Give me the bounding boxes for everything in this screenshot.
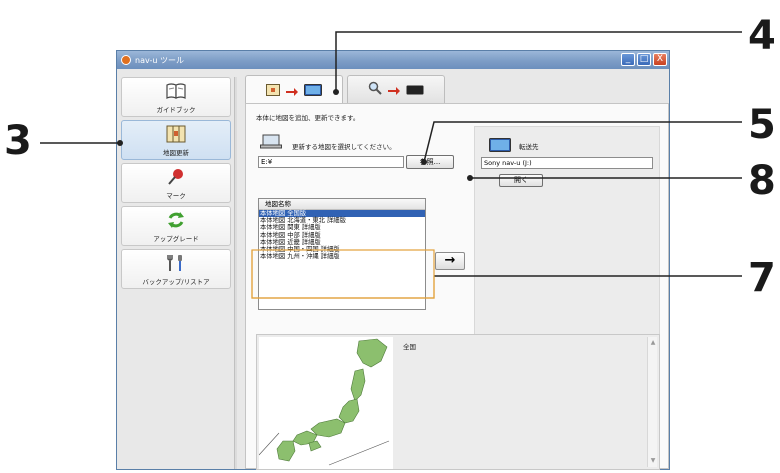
map-list[interactable]: 地図名称 本体地図 全国版 本体地図 北海道・東北 詳細版 本体地図 関東 詳細… (258, 198, 426, 310)
tab-map-to-device[interactable] (245, 75, 343, 104)
map-update-panel: 本体に地図を追加、更新できます。 更新する地図を選択してください。 E:¥ 参照… (245, 103, 669, 470)
browse-button[interactable]: 参照... (406, 155, 454, 169)
book-icon (165, 81, 187, 101)
list-item[interactable]: 本体地図 中部 詳細版 (259, 232, 425, 239)
destination-section: 転送先 Sony nav-u (J:) 開く (474, 126, 660, 336)
window-controls: _ □ X (621, 53, 667, 66)
list-item[interactable]: 本体地図 近畿 詳細版 (259, 239, 425, 246)
preview-scrollbar[interactable]: ▲ ▼ (647, 337, 657, 467)
preview-label: 全国 (403, 343, 416, 351)
source-path-field[interactable]: E:¥ (258, 156, 404, 168)
tab-bar (245, 75, 445, 104)
list-item[interactable]: 本体地図 九州・沖縄 詳細版 (259, 253, 425, 260)
map-icon (266, 81, 280, 100)
japan-map-image (258, 337, 393, 469)
tab-search-to-device[interactable] (347, 75, 445, 103)
callout-8: 8 (748, 158, 776, 204)
device-icon (489, 137, 511, 156)
destination-label: 転送先 (519, 143, 539, 151)
maximize-button[interactable]: □ (637, 53, 651, 66)
sidebar-item-label: 地図更新 (163, 148, 189, 157)
nav-u-tool-window: nav-u ツール _ □ X ガイドブック 地図更新 マーク アップグレード … (116, 50, 670, 470)
minimize-button[interactable]: _ (621, 53, 635, 66)
list-item[interactable]: 本体地図 関東 詳細版 (259, 224, 425, 231)
callout-4: 4 (748, 13, 776, 59)
callout-7: 7 (748, 255, 776, 301)
info-text: 本体に地図を追加、更新できます。 (256, 114, 360, 122)
card-device-icon (406, 80, 424, 99)
sidebar-item-map-update[interactable]: 地図更新 (121, 120, 231, 160)
sidebar-item-label: バックアップ/リストア (142, 277, 210, 286)
map-list-header[interactable]: 地図名称 (259, 199, 425, 210)
device-icon (304, 81, 322, 100)
source-section: 更新する地図を選択してください。 E:¥ 参照... 地図名称 本体地図 全国版… (252, 126, 465, 336)
pushpin-icon (166, 167, 186, 187)
sidebar-item-label: ガイドブック (156, 105, 196, 114)
laptop-icon (260, 134, 282, 154)
splitter[interactable] (234, 77, 237, 469)
arrow-icon (286, 81, 298, 100)
sidebar-item-label: マーク (166, 191, 186, 200)
open-button[interactable]: 開く (499, 174, 543, 187)
close-button[interactable]: X (653, 53, 667, 66)
callout-3: 3 (4, 118, 32, 164)
scroll-up-icon[interactable]: ▲ (649, 339, 657, 347)
app-icon (121, 55, 131, 65)
sidebar-item-backup-restore[interactable]: バックアップ/リストア (121, 249, 231, 289)
destination-field[interactable]: Sony nav-u (J:) (481, 157, 653, 169)
map-update-icon (166, 124, 186, 144)
window-title: nav-u ツール (135, 55, 184, 65)
map-preview: 全国 ▲ ▼ (256, 334, 660, 470)
refresh-icon (166, 210, 186, 230)
sidebar-item-label: アップグレード (153, 234, 199, 243)
tools-icon (166, 253, 186, 273)
arrow-icon (388, 80, 400, 99)
magnifier-icon (368, 80, 382, 99)
sidebar-item-guidebook[interactable]: ガイドブック (121, 77, 231, 117)
title-bar[interactable]: nav-u ツール _ □ X (117, 51, 669, 69)
sidebar-item-mark[interactable]: マーク (121, 163, 231, 203)
callout-5: 5 (748, 102, 776, 148)
source-label: 更新する地図を選択してください。 (292, 143, 396, 151)
transfer-button[interactable]: → (435, 252, 465, 270)
sidebar: ガイドブック 地図更新 マーク アップグレード バックアップ/リストア (121, 77, 233, 469)
sidebar-item-upgrade[interactable]: アップグレード (121, 206, 231, 246)
